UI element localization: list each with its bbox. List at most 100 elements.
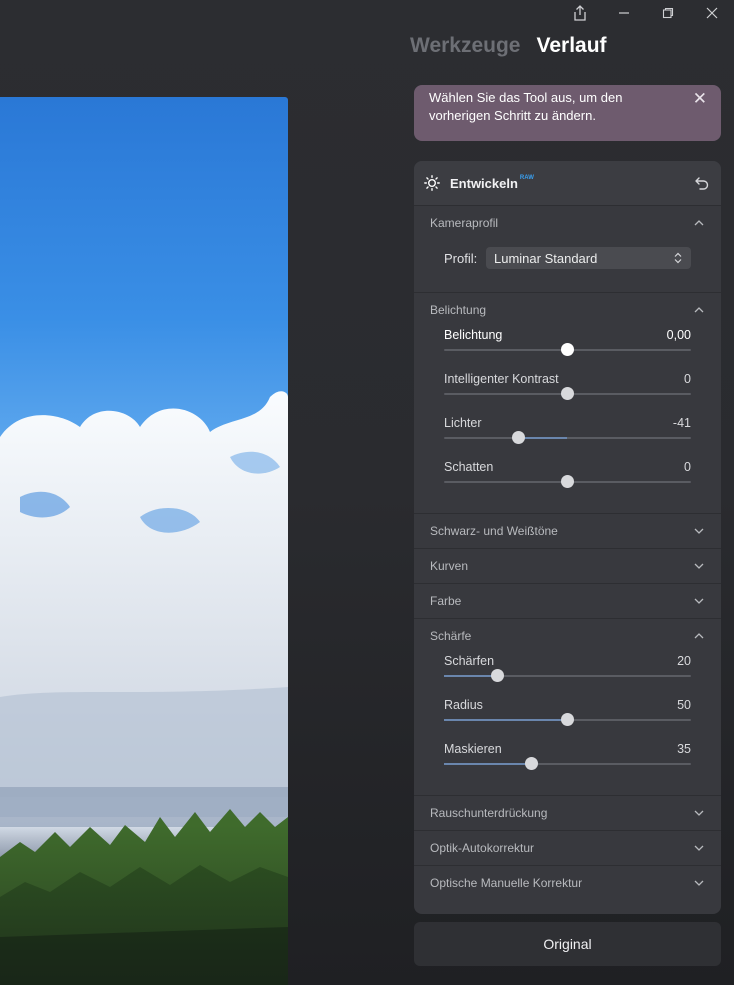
close-icon[interactable]: [690, 0, 734, 26]
profile-select[interactable]: Luminar Standard: [486, 247, 691, 269]
profile-value: Luminar Standard: [494, 250, 598, 266]
panel-header: Entwickeln RAW: [414, 161, 721, 205]
slider-knob[interactable]: [525, 757, 539, 770]
slider-value: 50: [677, 698, 691, 712]
slider-value: -41: [672, 416, 691, 430]
slider-track[interactable]: [444, 757, 691, 770]
section-header-kameraprofil[interactable]: Kameraprofil: [414, 206, 721, 240]
tip-text: Wählen Sie das Tool aus, um den vorherig…: [429, 90, 623, 123]
slider-knob[interactable]: [490, 669, 504, 682]
slider-belichtung[interactable]: Belichtung 0,00: [444, 327, 691, 371]
chevron-up-icon: [694, 633, 704, 639]
slider-fill: [444, 719, 568, 721]
sun-icon: [424, 175, 440, 191]
section-title: Schwarz- und Weißtöne: [430, 524, 558, 538]
slider-value: 0: [684, 460, 691, 474]
slider-fill: [444, 675, 498, 677]
slider-lichter[interactable]: Lichter -41: [444, 415, 691, 459]
tab-werkzeuge[interactable]: Werkzeuge: [410, 34, 521, 58]
slider-schatten[interactable]: Schatten 0: [444, 459, 691, 503]
section-title: Kurven: [430, 559, 469, 573]
slider-track[interactable]: [444, 475, 691, 488]
slider-radius[interactable]: Radius 50: [444, 697, 691, 741]
slider-track[interactable]: [444, 387, 691, 400]
undo-icon[interactable]: [694, 175, 710, 191]
tip-banner: Wählen Sie das Tool aus, um den vorherig…: [414, 85, 721, 141]
section-belichtung: Belichtung Belichtung 0,00 Intelligenter …: [414, 292, 721, 513]
panel-tabs: Werkzeuge Verlauf: [410, 34, 607, 58]
updown-chevron-icon: [674, 252, 682, 264]
close-icon[interactable]: ✕: [693, 90, 707, 108]
chevron-down-icon: [694, 880, 704, 886]
section-title: Kameraprofil: [430, 216, 499, 230]
section-title: Optik-Autokorrektur: [430, 841, 535, 855]
tab-verlauf[interactable]: Verlauf: [537, 34, 607, 58]
slider-schaerfen[interactable]: Schärfen 20: [444, 653, 691, 697]
chevron-down-icon: [694, 528, 704, 534]
section-schwarz-weisstoene: Schwarz- und Weißtöne: [414, 513, 721, 548]
raw-badge: RAW: [519, 175, 534, 181]
slider-intelligenter-kontrast[interactable]: Intelligenter Kontrast 0: [444, 371, 691, 415]
section-rauschunterdrueckung: Rauschunterdrückung: [414, 795, 721, 830]
window-controls: [558, 0, 734, 26]
slider-fill: [518, 437, 568, 439]
section-farbe: Farbe: [414, 583, 721, 618]
section-header-schaerfe[interactable]: Schärfe: [414, 619, 721, 653]
profile-row: Profil: Luminar Standard: [444, 246, 691, 270]
section-header-kurven[interactable]: Kurven: [414, 549, 721, 583]
section-title: Schärfe: [430, 629, 472, 643]
section-header-belichtung[interactable]: Belichtung: [414, 293, 721, 327]
section-header-rauschunterdrueckung[interactable]: Rauschunterdrückung: [414, 796, 721, 830]
profile-label: Profil:: [444, 250, 478, 266]
section-kurven: Kurven: [414, 548, 721, 583]
slider-track[interactable]: [444, 431, 691, 444]
section-header-optik-autokorrektur[interactable]: Optik-Autokorrektur: [414, 831, 721, 865]
photo-canvas[interactable]: [0, 97, 288, 985]
section-optik-autokorrektur: Optik-Autokorrektur: [414, 830, 721, 865]
slider-label: Intelligenter Kontrast: [444, 372, 559, 386]
section-header-farbe[interactable]: Farbe: [414, 584, 721, 618]
slider-fill: [444, 763, 532, 765]
slider-knob[interactable]: [561, 343, 574, 356]
slider-label: Lichter: [444, 416, 482, 430]
slider-track[interactable]: [444, 713, 691, 726]
section-kameraprofil: Kameraprofil Profil: Luminar Standard: [414, 205, 721, 270]
slider-label: Schatten: [444, 460, 494, 474]
section-schaerfe: Schärfe Schärfen 20 Radius 50 Maskieren 35: [414, 618, 721, 795]
restore-icon[interactable]: [646, 0, 690, 26]
develop-panel: Entwickeln RAW Kameraprofil Profil: Lumi…: [414, 161, 721, 914]
section-title: Belichtung: [430, 303, 487, 317]
share-icon[interactable]: [558, 0, 602, 26]
section-header-optische-manuelle-korrektur[interactable]: Optische Manuelle Korrektur: [414, 866, 721, 900]
chevron-up-icon: [694, 220, 704, 226]
slider-knob[interactable]: [561, 475, 574, 488]
slider-value: 20: [677, 654, 691, 668]
slider-label: Belichtung: [444, 328, 503, 342]
chevron-down-icon: [694, 845, 704, 851]
minimize-icon[interactable]: [602, 0, 646, 26]
slider-knob[interactable]: [561, 387, 574, 400]
slider-label: Maskieren: [444, 742, 502, 756]
slider-track[interactable]: [444, 343, 691, 356]
panel-title: Entwickeln: [450, 175, 518, 191]
slider-label: Radius: [444, 698, 483, 712]
photo-vignette: [0, 825, 288, 985]
section-title: Optische Manuelle Korrektur: [430, 876, 583, 890]
slider-label: Schärfen: [444, 654, 495, 668]
section-optische-manuelle-korrektur: Optische Manuelle Korrektur: [414, 865, 721, 900]
section-title: Farbe: [430, 594, 462, 608]
chevron-down-icon: [694, 810, 704, 816]
slider-value: 35: [677, 742, 691, 756]
slider-knob[interactable]: [561, 713, 574, 726]
section-title: Rauschunterdrückung: [430, 806, 548, 820]
slider-track[interactable]: [444, 669, 691, 682]
chevron-down-icon: [694, 598, 704, 604]
chevron-down-icon: [694, 563, 704, 569]
original-button[interactable]: Original: [414, 922, 721, 966]
slider-maskieren[interactable]: Maskieren 35: [444, 741, 691, 785]
chevron-up-icon: [694, 307, 704, 313]
slider-knob[interactable]: [511, 431, 525, 444]
section-header-schwarz-weisstoene[interactable]: Schwarz- und Weißtöne: [414, 514, 721, 548]
slider-value: 0,00: [666, 328, 691, 342]
slider-value: 0: [684, 372, 691, 386]
